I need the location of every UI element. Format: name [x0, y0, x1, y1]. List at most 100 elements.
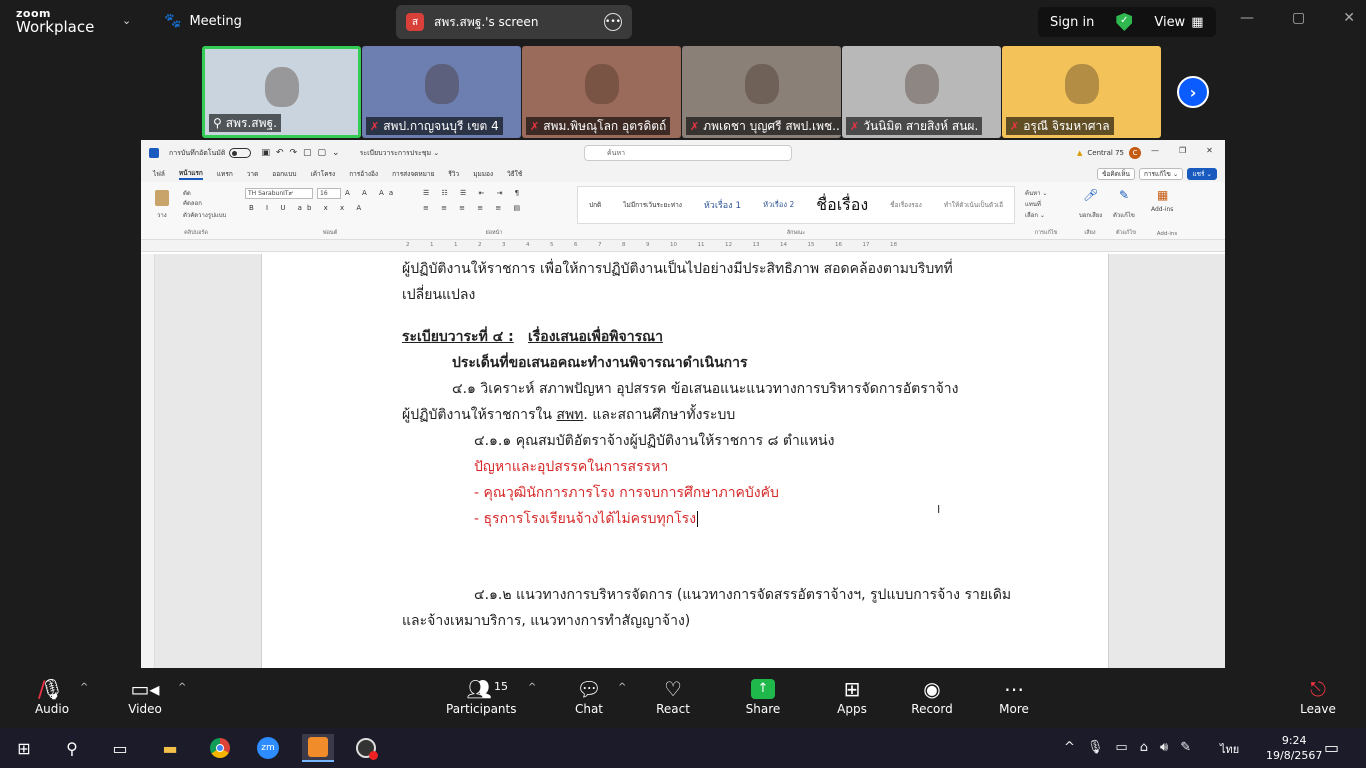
task-view-icon[interactable]: ▭ [106, 734, 134, 762]
editing-mode-button[interactable]: การแก้ไข ⌄ [1138, 168, 1184, 180]
ruler-number: 1 [430, 242, 434, 248]
file-explorer-icon[interactable]: ▬ [156, 734, 184, 762]
more-button[interactable]: ⋯ More [996, 676, 1032, 716]
ribbon-tab[interactable]: วาด [247, 169, 259, 179]
apps-button[interactable]: ⊞ Apps [834, 676, 870, 716]
word-restore-icon[interactable]: ❐ [1179, 146, 1186, 155]
chevron-down-icon[interactable]: ⌄ [122, 14, 131, 27]
video-options-chevron-icon[interactable]: ^ [178, 682, 186, 693]
battery-icon[interactable]: ▭ [1115, 740, 1127, 755]
show-hidden-icons-icon[interactable]: ^ [1064, 740, 1075, 755]
select-button[interactable]: เลือก ⌄ [1025, 210, 1045, 220]
comments-button[interactable]: ข้อคิดเห็น [1097, 168, 1135, 180]
format-painter-button[interactable]: ตัวคัดวางรูปแบบ [183, 210, 226, 220]
ribbon-tab[interactable]: วิธีใช้ [507, 169, 522, 179]
presentation-app-icon[interactable] [302, 734, 334, 762]
word-minimize-icon[interactable]: — [1151, 146, 1159, 155]
addins-button: Add-ins [1151, 206, 1174, 213]
font-size-select[interactable]: 16 [317, 188, 341, 199]
ruler-number: 6 [574, 242, 578, 248]
chat-options-chevron-icon[interactable]: ^ [618, 682, 626, 693]
next-page-arrow-icon[interactable]: › [1177, 76, 1209, 108]
editor-pen-icon[interactable]: ✎ [1119, 188, 1129, 202]
share-doc-button[interactable]: แชร์ ⌄ [1187, 168, 1217, 180]
doc-line-4-1-2: ๔.๑.๒ แนวทางการบริหารจัดการ (แนวทางการจั… [474, 587, 1012, 603]
meeting-menu[interactable]: 🐾 Meeting [164, 13, 242, 29]
participant-tile[interactable]: ⚲ สพร.สพฐ. [202, 46, 361, 138]
more-label: More [999, 702, 1029, 716]
view-button[interactable]: View ▦ [1154, 15, 1203, 30]
clock[interactable]: 9:24 19/8/2567 [1266, 733, 1322, 763]
ruler-number: 15 [807, 242, 815, 248]
ribbon-tab[interactable]: หน้าแรก [178, 168, 203, 180]
maximize-icon[interactable]: ▢ [1292, 10, 1305, 26]
microphone-icon[interactable]: 🎙︎ [1087, 740, 1104, 755]
font-size-buttons[interactable]: A A Aa [345, 189, 398, 197]
zoom-logo[interactable]: zoom Workplace [16, 8, 94, 35]
record-button[interactable]: ◉ Record [910, 676, 954, 716]
paste-icon[interactable] [155, 190, 169, 206]
screen-share-indicator[interactable]: ส สพร.สพฐ.'s screen ••• [396, 5, 632, 39]
dictate-mic-icon[interactable]: 🎤︎ [1083, 188, 1098, 202]
document-page[interactable]: ผู้ปฏิบัติงานให้ราชการ เพื่อให้การปฏิบัต… [261, 254, 1109, 668]
participant-tile[interactable]: ✗ ภพเดชา บุญศรี สพป.เพช... [682, 46, 841, 138]
participant-tile[interactable]: ✗ อรุณี จิรมหาศาล [1002, 46, 1161, 138]
document-name[interactable]: ระเบียบวาระการประชุม ⌄ [360, 148, 440, 159]
audio-button[interactable]: 🎙︎ / Audio [34, 676, 70, 716]
quick-access-toolbar[interactable]: ▣↶↷▢▢⌄ [261, 148, 345, 158]
recording-app-icon[interactable] [352, 734, 380, 762]
font-name-select[interactable]: TH SarabunIT๙ [245, 188, 313, 199]
mic-muted-icon: ✗ [690, 119, 700, 133]
word-close-icon[interactable]: ✕ [1206, 146, 1213, 155]
windows-start-icon[interactable]: ⊞ [10, 734, 38, 762]
network-icon[interactable]: ⌂ [1140, 740, 1148, 755]
ribbon-tab[interactable]: แทรก [217, 169, 233, 179]
ribbon-tab[interactable]: เค้าโครง [310, 169, 335, 179]
align-buttons[interactable]: ≡ ≡ ≡ ≡ ≡ ▤ [423, 204, 525, 212]
ribbon-tab[interactable]: การอ้างอิง [349, 169, 378, 179]
copy-button[interactable]: คัดลอก [183, 198, 202, 208]
minimize-icon[interactable]: — [1240, 10, 1254, 26]
share-button[interactable]: ↑ Share [744, 676, 782, 716]
video-camera-icon: ▭◂ [130, 677, 160, 701]
audio-options-chevron-icon[interactable]: ^ [80, 682, 88, 693]
find-button[interactable]: ค้นหา ⌄ [1025, 188, 1047, 198]
replace-button[interactable]: แทนที่ [1025, 199, 1041, 209]
list-buttons[interactable]: ☰ ☷ ☰ ⇤ ⇥ ¶ [423, 189, 524, 197]
word-search-box[interactable]: ค้นหา [584, 145, 792, 161]
participant-name: วันนิมิต สายสิงห์ สนผ. [863, 118, 979, 133]
chat-button[interactable]: 💬︎ Chat [572, 676, 606, 716]
notifications-icon[interactable]: ▭ [1324, 738, 1339, 757]
zoom-app-icon[interactable]: zm [254, 734, 282, 762]
volume-icon[interactable]: 🔊︎ [1160, 740, 1168, 755]
ribbon-tab[interactable]: มุมมอง [473, 169, 493, 179]
ribbon-tab[interactable]: การส่งจดหมาย [392, 169, 434, 179]
cut-button[interactable]: ตัด [183, 188, 191, 198]
ribbon-tab[interactable]: รีวิว [448, 169, 459, 179]
search-icon[interactable]: ⚲ [58, 734, 86, 762]
participant-tile[interactable]: ✗ สพป.กาญจนบุรี เขต 4 [362, 46, 521, 138]
more-options-icon[interactable]: ••• [604, 13, 622, 31]
doc-line-4-1-1: ๔.๑.๑ คุณสมบัติอัตราจ้างผู้ปฏิบัติงานให้… [474, 433, 835, 449]
word-user[interactable]: ▲ Central 75 C [1077, 147, 1142, 159]
react-button[interactable]: ♡ React [654, 676, 692, 716]
heart-icon: ♡ [664, 677, 682, 701]
paragraph-group: ☰ ☷ ☰ ⇤ ⇥ ¶ ≡ ≡ ≡ ≡ ≡ ▤ ย่อหน้า [419, 184, 569, 238]
leave-button[interactable]: ⎋ Leave [1300, 676, 1336, 716]
autosave-toggle[interactable] [229, 148, 252, 158]
addins-grid-icon[interactable]: ▦ [1157, 188, 1168, 202]
participant-tile[interactable]: ✗ วันนิมิต สายสิงห์ สนผ. [842, 46, 1001, 138]
doc-red-bullet-2-text: - ธุรการโรงเรียนจ้างได้ไม่ครบทุกโรง [474, 511, 697, 527]
chrome-icon[interactable] [206, 734, 234, 762]
participant-tile[interactable]: ✗ สพม.พิษณุโลก อุตรดิตถ์ [522, 46, 681, 138]
ribbon-tab[interactable]: ออกแบบ [272, 169, 296, 179]
participants-options-chevron-icon[interactable]: ^ [528, 682, 536, 693]
ribbon-tab[interactable]: ไฟล์ [153, 169, 165, 179]
pen-icon[interactable]: ✎ [1180, 740, 1191, 755]
input-language[interactable]: ไทย [1220, 740, 1239, 758]
close-icon[interactable]: ✕ [1343, 10, 1355, 26]
font-format-buttons[interactable]: B I U ab x x A [249, 204, 366, 212]
sign-in-button[interactable]: Sign in [1050, 15, 1094, 30]
security-shield-icon[interactable]: ✓ [1116, 13, 1133, 31]
video-button[interactable]: ▭◂ Video [126, 676, 164, 716]
